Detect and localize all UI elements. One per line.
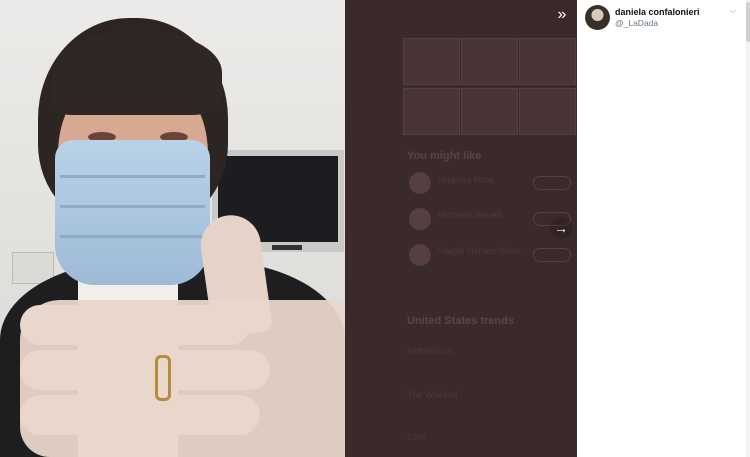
dimmed-background-page: You might like Vanessa Rota Michaela Ben… [345, 0, 577, 457]
scrollbar[interactable] [746, 0, 750, 457]
next-image-button[interactable]: → [550, 217, 572, 239]
photo-ring [155, 355, 171, 401]
ghost-avatar [409, 244, 431, 266]
ghost-avatar [409, 172, 431, 194]
ghost-trends-title: United States trends [407, 315, 514, 327]
ghost-suggestion-name: Michaela Benelli [437, 210, 503, 220]
ghost-trend: Cost [407, 432, 426, 442]
photo-bangs [52, 30, 222, 115]
ghost-media-thumb [403, 88, 460, 135]
avatar[interactable] [585, 5, 610, 30]
ghost-trend: #afterhours [407, 346, 453, 356]
ghost-media-thumb [519, 38, 576, 85]
ghost-you-might-like-title: You might like [407, 150, 482, 162]
ghost-trend: The Weeknd [407, 390, 458, 400]
ghost-suggestion-name: Vanessa Rota [437, 175, 493, 185]
author-handle[interactable]: @_LaDada [615, 18, 658, 28]
scrollbar-thumb[interactable] [746, 2, 750, 42]
tweet-photo[interactable] [0, 0, 345, 457]
double-chevron-right-icon: » [557, 6, 567, 23]
ghost-media-thumb [461, 88, 518, 135]
ghost-media-thumb [461, 38, 518, 85]
media-viewer: You might like Vanessa Rota Michaela Ben… [0, 0, 577, 457]
ghost-avatar [409, 208, 431, 230]
photo-surgical-mask [55, 140, 210, 285]
ghost-follow-button [533, 176, 571, 190]
tweet-menu-button[interactable]: ⌵ [730, 6, 736, 16]
author-name[interactable]: daniela confalonieri [615, 7, 700, 17]
photo-finger [20, 395, 260, 435]
photo-mask-fold [60, 175, 205, 178]
collapse-panel-button[interactable]: » [552, 5, 572, 25]
photo-finger [20, 350, 270, 390]
ghost-suggestion-name: Fragile Heroes Show [437, 246, 522, 256]
tweet-panel: daniela confalonieri @_LaDada ⌵ [577, 0, 750, 457]
chevron-down-icon: ⌵ [730, 6, 737, 15]
ghost-media-thumb [519, 88, 576, 135]
ghost-media-thumb [403, 38, 460, 85]
photo-mask-fold [60, 205, 205, 208]
photo-mask-fold [60, 235, 205, 238]
ghost-follow-button [533, 248, 571, 262]
arrow-right-icon: → [554, 220, 568, 236]
photo-finger [20, 305, 250, 345]
photo-monitor-buttons [272, 245, 302, 250]
